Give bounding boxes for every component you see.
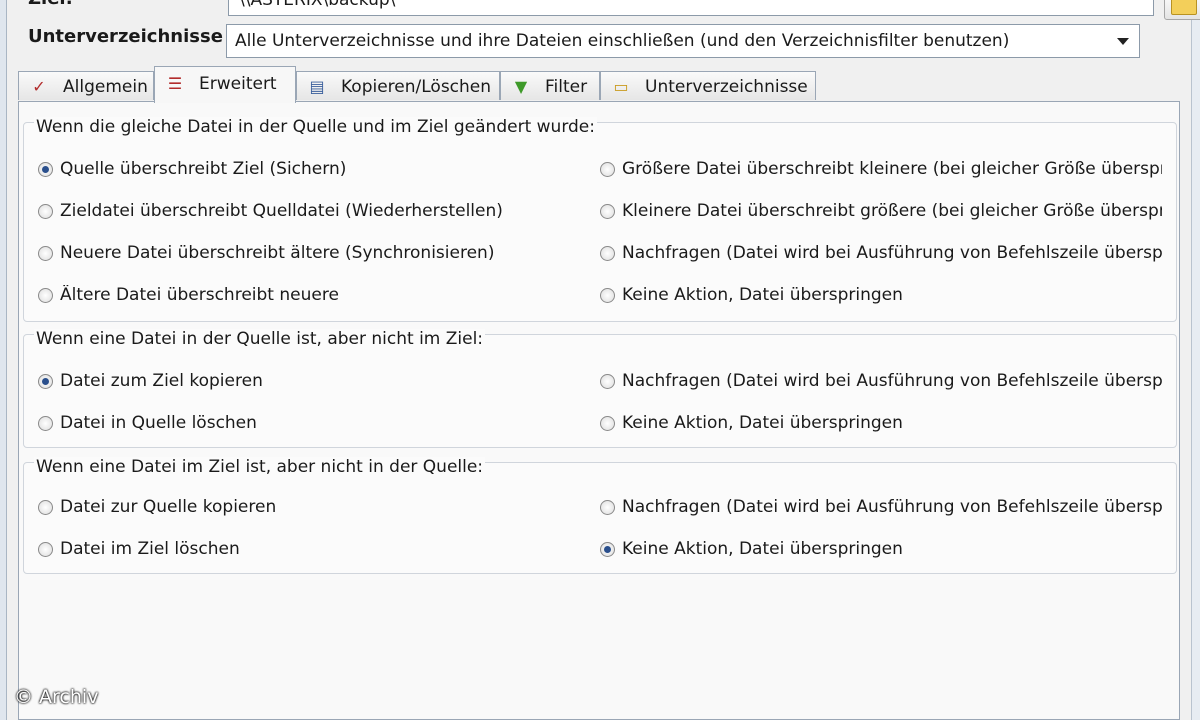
radio-button[interactable] (600, 542, 615, 557)
ziel-row: Ziel: \\ASTERIX\backup\ (28, 0, 1200, 20)
option-label: Neuere Datei überschreibt ältere (Synchr… (60, 243, 495, 263)
radio-button[interactable] (600, 162, 615, 177)
advanced-checklist-icon: ☰ (167, 74, 183, 93)
tab-label: Erweitert (199, 74, 277, 94)
subfolders-icon: ▭ (613, 77, 629, 96)
ziel-path-input[interactable]: \\ASTERIX\backup\ (228, 0, 1154, 16)
option-datei-zur-quelle-kopieren[interactable]: Datei zur Quelle kopieren (38, 497, 578, 519)
option-label: Nachfragen (Datei wird bei Ausführung vo… (622, 371, 1162, 391)
erweitert-panel: Wenn die gleiche Datei in der Quelle und… (18, 101, 1180, 720)
radio-button[interactable] (38, 204, 53, 219)
tab-label: Allgemein (63, 77, 148, 97)
checklist-icon: ✓ (32, 77, 46, 96)
copy-delete-icon: ▤ (309, 77, 325, 96)
option-groessere-ueberschreibt-kleinere[interactable]: Größere Datei überschreibt kleinere (bei… (600, 159, 1162, 181)
tab-label: Filter (545, 77, 588, 97)
option-label: Quelle überschreibt Ziel (Sichern) (60, 159, 347, 179)
radio-button[interactable] (38, 162, 53, 177)
option-label: Datei im Ziel löschen (60, 539, 240, 559)
unterverzeichnisse-selected-value: Alle Unterverzeichnisse und ihre Dateien… (235, 31, 1010, 51)
option-datei-im-ziel-loeschen[interactable]: Datei im Ziel löschen (38, 539, 578, 561)
option-datei-zum-ziel-kopieren[interactable]: Datei zum Ziel kopieren (38, 371, 578, 393)
tab-filter[interactable]: ▼ Filter (500, 71, 600, 100)
window-right-border (1191, 0, 1200, 720)
radio-button[interactable] (600, 204, 615, 219)
radio-button[interactable] (600, 288, 615, 303)
option-ziel-ueberschreibt-quelle[interactable]: Zieldatei überschreibt Quelldatei (Wiede… (38, 201, 578, 223)
radio-button[interactable] (38, 542, 53, 557)
radio-button[interactable] (600, 416, 615, 431)
option-datei-in-quelle-loeschen[interactable]: Datei in Quelle löschen (38, 413, 578, 435)
option-label: Datei zur Quelle kopieren (60, 497, 277, 517)
option-aeltere-ueberschreibt-neuere[interactable]: Ältere Datei überschreibt neuere (38, 285, 578, 307)
group-nur-in-quelle: Wenn eine Datei in der Quelle ist, aber … (23, 329, 1177, 448)
group-geaendert: Wenn die gleiche Datei in der Quelle und… (23, 117, 1177, 322)
window-left-border (0, 0, 7, 720)
group-title: Wenn eine Datei in der Quelle ist, aber … (34, 329, 486, 349)
unterverzeichnisse-select[interactable]: Alle Unterverzeichnisse und ihre Dateien… (226, 24, 1140, 58)
chevron-down-icon[interactable] (1117, 38, 1129, 45)
tab-erweitert[interactable]: ☰ Erweitert (154, 66, 296, 103)
radio-button[interactable] (600, 500, 615, 515)
option-keine-aktion[interactable]: Keine Aktion, Datei überspringen (600, 413, 1162, 435)
option-label: Keine Aktion, Datei überspringen (622, 285, 903, 305)
option-label: Datei in Quelle löschen (60, 413, 257, 433)
unterverzeichnisse-label: Unterverzeichnisse (28, 26, 223, 47)
tab-kopieren-loeschen[interactable]: ▤ Kopieren/Löschen (296, 71, 500, 100)
option-label: Keine Aktion, Datei überspringen (622, 539, 903, 559)
option-kleinere-ueberschreibt-groessere[interactable]: Kleinere Datei überschreibt größere (bei… (600, 201, 1162, 223)
radio-button[interactable] (38, 246, 53, 261)
tab-allgemein[interactable]: ✓ Allgemein (18, 71, 154, 100)
group-title: Wenn die gleiche Datei in der Quelle und… (34, 117, 597, 137)
watermark-text: © Archiv (14, 686, 99, 708)
tab-label: Unterverzeichnisse (645, 77, 808, 97)
group-title: Wenn eine Datei im Ziel ist, aber nicht … (34, 457, 486, 477)
option-keine-aktion[interactable]: Keine Aktion, Datei überspringen (600, 539, 1162, 561)
option-quelle-ueberschreibt-ziel[interactable]: Quelle überschreibt Ziel (Sichern) (38, 159, 578, 181)
radio-button[interactable] (38, 288, 53, 303)
option-label: Nachfragen (Datei wird bei Ausführung vo… (622, 497, 1162, 517)
option-label: Ältere Datei überschreibt neuere (60, 285, 339, 305)
option-nachfragen[interactable]: Nachfragen (Datei wird bei Ausführung vo… (600, 243, 1162, 265)
radio-button[interactable] (600, 246, 615, 261)
option-label: Kleinere Datei überschreibt größere (bei… (622, 201, 1162, 221)
ziel-label: Ziel: (28, 0, 73, 9)
tab-label: Kopieren/Löschen (341, 77, 492, 97)
option-nachfragen[interactable]: Nachfragen (Datei wird bei Ausführung vo… (600, 497, 1162, 519)
radio-button[interactable] (38, 416, 53, 431)
option-keine-aktion[interactable]: Keine Aktion, Datei überspringen (600, 285, 1162, 307)
group-nur-im-ziel: Wenn eine Datei im Ziel ist, aber nicht … (23, 457, 1177, 574)
option-neuere-ueberschreibt-aeltere[interactable]: Neuere Datei überschreibt ältere (Synchr… (38, 243, 578, 265)
option-label: Nachfragen (Datei wird bei Ausführung vo… (622, 243, 1162, 263)
option-label: Keine Aktion, Datei überspringen (622, 413, 903, 433)
browse-folder-button[interactable] (1164, 0, 1200, 20)
folder-icon (1171, 0, 1197, 15)
filter-icon: ▼ (514, 77, 528, 96)
option-nachfragen[interactable]: Nachfragen (Datei wird bei Ausführung vo… (600, 371, 1162, 393)
radio-button[interactable] (38, 374, 53, 389)
radio-button[interactable] (600, 374, 615, 389)
option-label: Datei zum Ziel kopieren (60, 371, 263, 391)
option-label: Größere Datei überschreibt kleinere (bei… (622, 159, 1162, 179)
option-label: Zieldatei überschreibt Quelldatei (Wiede… (60, 201, 503, 221)
radio-button[interactable] (38, 500, 53, 515)
tab-unterverzeichnisse[interactable]: ▭ Unterverzeichnisse (600, 71, 816, 100)
